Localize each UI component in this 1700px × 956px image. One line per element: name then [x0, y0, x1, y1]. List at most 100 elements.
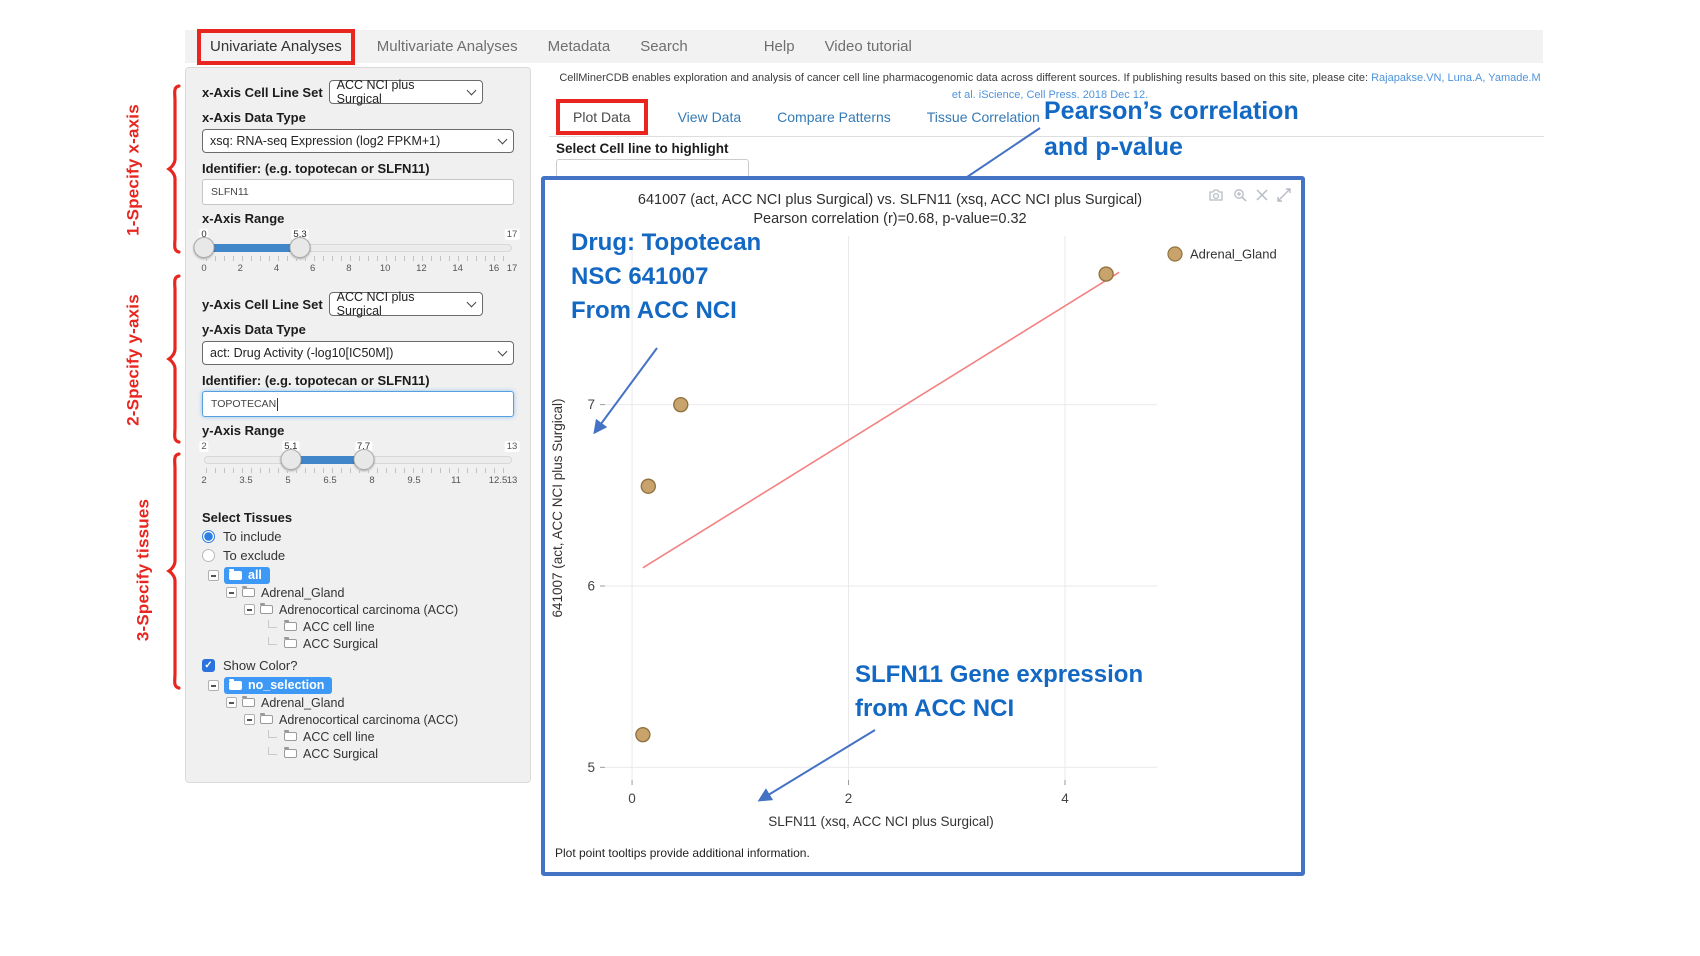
- include-radio-label: To include: [223, 529, 282, 544]
- x-identifier-input[interactable]: SLFN11: [202, 179, 514, 205]
- y-cell-line-set-select[interactable]: ACC NCI plus Surgical: [329, 292, 483, 316]
- top-navbar: Univariate Analyses Multivariate Analyses…: [185, 30, 1543, 63]
- tab-view-data[interactable]: View Data: [678, 103, 742, 131]
- x-range-handle-to[interactable]: [290, 237, 311, 258]
- chevron-down-icon: [498, 135, 508, 145]
- y-range-handle-to[interactable]: [353, 449, 374, 470]
- tissue-exclude-radio[interactable]: To exclude: [202, 548, 514, 563]
- plot-panel: 641007 (act, ACC NCI plus Surgical) vs. …: [541, 176, 1305, 876]
- x-range-handle-from[interactable]: [194, 237, 215, 258]
- chevron-down-icon: [466, 298, 476, 308]
- tree-elbow-icon: [268, 620, 277, 628]
- checkbox-checked-icon: ✓: [202, 659, 215, 672]
- exclude-radio-label: To exclude: [223, 548, 285, 563]
- y-range-label: y-Axis Range: [202, 423, 514, 438]
- x-cell-line-set-label: x-Axis Cell Line Set: [202, 85, 323, 100]
- tree-node-acc-surgical[interactable]: ACC Surgical: [208, 745, 514, 762]
- svg-text:2: 2: [845, 791, 853, 806]
- y-range-slider[interactable]: 2135.17.723.556.589.51112.513: [204, 442, 512, 488]
- x-range-slider[interactable]: 1705.3024681012141617: [204, 230, 512, 276]
- svg-text:7: 7: [587, 397, 595, 412]
- nav-help[interactable]: Help: [764, 38, 795, 55]
- tree-node-adrenal-gland[interactable]: Adrenal_Gland: [208, 694, 514, 711]
- svg-text:6: 6: [587, 578, 595, 593]
- tissue-tree-color: no_selectionAdrenal_GlandAdrenocortical …: [208, 677, 514, 762]
- folder-icon: [229, 681, 242, 690]
- folder-icon: [242, 588, 255, 597]
- close-icon[interactable]: [1256, 189, 1268, 201]
- tree-node-adrenal-gland[interactable]: Adrenal_Gland: [208, 584, 514, 601]
- camera-icon[interactable]: [1208, 188, 1224, 202]
- collapse-icon[interactable]: [244, 714, 255, 725]
- red-annotation-box-tab: Plot Data: [556, 99, 648, 135]
- folder-icon: [229, 571, 242, 580]
- tree-elbow-icon: [268, 747, 277, 755]
- annotation-specify-tissues: 3-Specify tissues: [134, 483, 154, 658]
- collapse-icon[interactable]: [244, 604, 255, 615]
- highlight-cell-line-label: Select Cell line to highlight: [556, 141, 729, 156]
- folder-icon: [260, 715, 273, 724]
- y-data-type-label: y-Axis Data Type: [202, 322, 514, 337]
- x-data-type-value: xsq: RNA-seq Expression (log2 FPKM+1): [210, 134, 440, 148]
- svg-text:4: 4: [1061, 791, 1069, 806]
- svg-text:0: 0: [628, 791, 636, 806]
- nav-multivariate-analyses[interactable]: Multivariate Analyses: [377, 38, 518, 55]
- folder-icon: [284, 639, 297, 648]
- svg-text:SLFN11 (xsq, ACC NCI plus Surg: SLFN11 (xsq, ACC NCI plus Surgical): [768, 814, 994, 829]
- annotation-gene: SLFN11 Gene expression from ACC NCI: [855, 658, 1143, 726]
- folder-icon: [284, 732, 297, 741]
- folder-icon: [284, 749, 297, 758]
- show-color-checkbox[interactable]: ✓Show Color?: [202, 658, 514, 673]
- folder-icon: [284, 622, 297, 631]
- red-brace-y-axis: [167, 274, 181, 446]
- resize-icon[interactable]: [1277, 188, 1291, 202]
- tab-compare-patterns[interactable]: Compare Patterns: [777, 103, 891, 131]
- svg-text:641007 (act, ACC NCI plus Surg: 641007 (act, ACC NCI plus Surgical): [550, 398, 565, 617]
- tree-elbow-icon: [268, 637, 277, 645]
- y-data-type-value: act: Drug Activity (-log10[IC50M]): [210, 346, 393, 360]
- nav-metadata[interactable]: Metadata: [548, 38, 611, 55]
- tree-node-acc-cell-line[interactable]: ACC cell line: [208, 618, 514, 635]
- collapse-icon[interactable]: [208, 680, 219, 691]
- x-cell-line-set-select[interactable]: ACC NCI plus Surgical: [329, 80, 483, 104]
- tree-node-root[interactable]: no_selection: [208, 677, 514, 694]
- tab-tissue-correlation[interactable]: Tissue Correlation: [927, 103, 1040, 131]
- tissue-include-radio[interactable]: To include: [202, 529, 514, 544]
- tab-plot-data[interactable]: Plot Data: [573, 109, 631, 125]
- svg-text:5: 5: [587, 760, 595, 775]
- collapse-icon[interactable]: [208, 570, 219, 581]
- y-data-type-select[interactable]: act: Drug Activity (-log10[IC50M]): [202, 341, 514, 365]
- collapse-icon[interactable]: [226, 587, 237, 598]
- tree-node-adrenocortical-carcinoma-acc-[interactable]: Adrenocortical carcinoma (ACC): [208, 601, 514, 618]
- radio-unselected-icon: [202, 549, 215, 562]
- selected-tree-chip: no_selection: [224, 677, 332, 694]
- x-data-type-select[interactable]: xsq: RNA-seq Expression (log2 FPKM+1): [202, 129, 514, 153]
- red-brace-x-axis: [167, 84, 181, 256]
- nav-video-tutorial[interactable]: Video tutorial: [825, 38, 912, 55]
- tree-node-root[interactable]: all: [208, 567, 514, 584]
- red-annotation-box-nav: Univariate Analyses: [197, 29, 355, 65]
- nav-search[interactable]: Search: [640, 38, 688, 55]
- svg-text:Adrenal_Gland: Adrenal_Gland: [1190, 247, 1277, 262]
- annotation-specify-y-axis: 2-Specify y-axis: [124, 278, 144, 443]
- collapse-icon[interactable]: [226, 697, 237, 708]
- tree-node-adrenocortical-carcinoma-acc-[interactable]: Adrenocortical carcinoma (ACC): [208, 711, 514, 728]
- x-range-label: x-Axis Range: [202, 211, 514, 226]
- nav-univariate-analyses[interactable]: Univariate Analyses: [210, 38, 342, 55]
- annotation-drug: Drug: Topotecan NSC 641007 From ACC NCI: [571, 226, 761, 328]
- x-data-type-label: x-Axis Data Type: [202, 110, 514, 125]
- y-range-handle-from[interactable]: [280, 449, 301, 470]
- plot-footnote: Plot point tooltips provide additional i…: [555, 846, 810, 860]
- radio-selected-icon: [202, 530, 215, 543]
- tree-node-acc-cell-line[interactable]: ACC cell line: [208, 728, 514, 745]
- tree-node-acc-surgical[interactable]: ACC Surgical: [208, 635, 514, 652]
- y-cell-line-set-label: y-Axis Cell Line Set: [202, 297, 323, 312]
- y-identifier-input[interactable]: TOPOTECAN: [202, 391, 514, 417]
- zoom-in-icon[interactable]: [1233, 188, 1247, 202]
- tree-elbow-icon: [268, 730, 277, 738]
- citation-link[interactable]: Rajapakse.VN, Luna.A, Yamade.M: [1371, 72, 1541, 84]
- chevron-down-icon: [466, 86, 476, 96]
- selected-tree-chip: all: [224, 567, 270, 584]
- citation-text: CellMinerCDB enables exploration and ana…: [559, 72, 1371, 84]
- red-brace-tissues: [167, 452, 181, 692]
